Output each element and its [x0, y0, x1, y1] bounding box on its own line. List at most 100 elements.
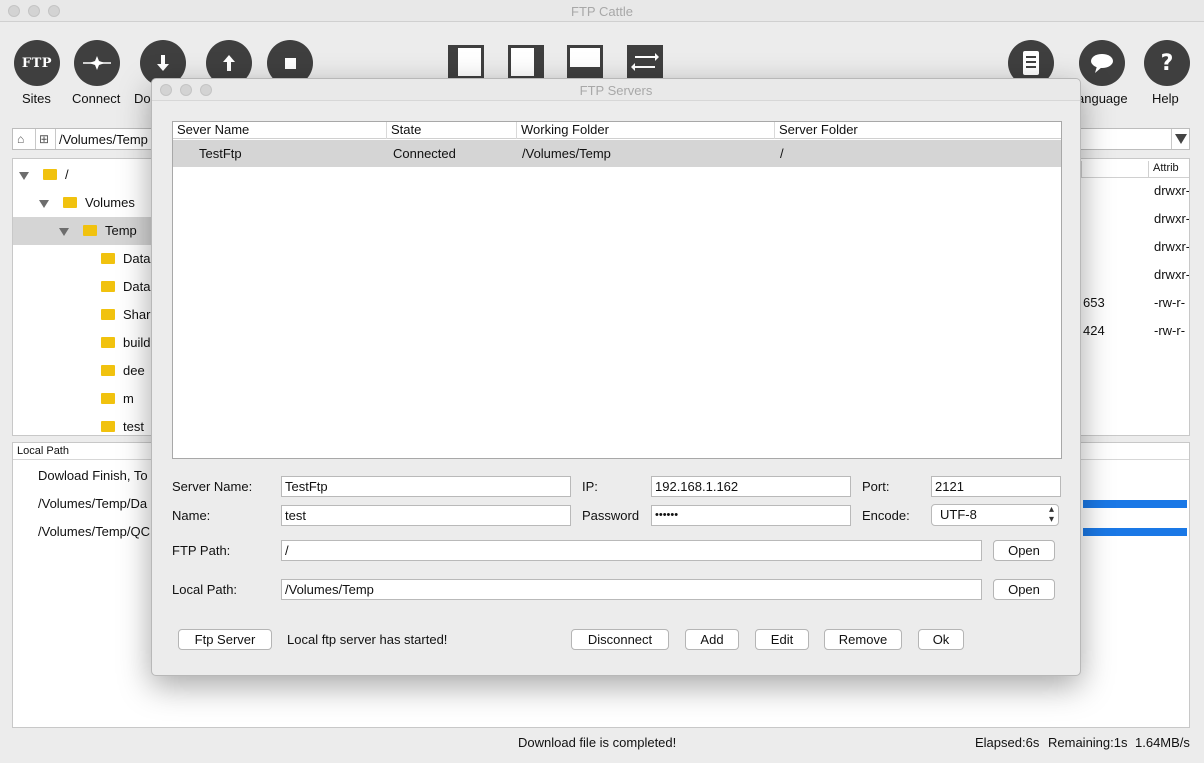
language-button[interactable]	[1079, 40, 1125, 86]
layout-bottom-panel-icon[interactable]	[567, 45, 603, 79]
download-label: Do	[134, 91, 151, 106]
status-message: Download file is completed!	[518, 735, 677, 750]
layout-right-panel-icon[interactable]	[508, 45, 544, 79]
chevron-down-icon	[1174, 134, 1187, 144]
ip-input[interactable]: 192.168.1.162	[651, 476, 851, 497]
status-bar: Download file is completed! Elapsed:6s R…	[0, 735, 1204, 753]
ftp-servers-dialog: FTP Servers Sever Name State Working Fol…	[151, 78, 1081, 676]
transfer-speed: 1.64MB/s	[1135, 735, 1190, 750]
table-header: Sever Name State Working Folder Server F…	[173, 122, 1061, 139]
transfer-progress-bar	[1083, 500, 1187, 508]
language-label: anguage	[1077, 91, 1128, 106]
remote-attrib-cell: -rw-r-	[1154, 323, 1186, 338]
ftp-server-button[interactable]: Ftp Server	[178, 629, 272, 650]
home-icon[interactable]: ⌂	[17, 132, 24, 146]
local-path-input[interactable]: /Volumes/Temp	[281, 579, 982, 600]
log-row[interactable]: /Volumes/Temp/Da	[38, 496, 147, 511]
sites-button[interactable]: FTP	[14, 40, 60, 86]
disclosure-triangle-icon[interactable]	[39, 199, 49, 208]
local-path-label: Local Path:	[172, 582, 238, 597]
help-button[interactable]: ?	[1144, 40, 1190, 86]
window-title: FTP Cattle	[571, 4, 633, 19]
layout-left-panel-icon[interactable]	[448, 45, 484, 79]
tree-item[interactable]: /	[19, 161, 69, 189]
servers-table: Sever Name State Working Folder Server F…	[172, 121, 1062, 459]
tree-view-icon[interactable]: ⊞	[39, 132, 49, 146]
folder-icon	[101, 365, 115, 377]
local-path-value[interactable]: /Volumes/Temp	[59, 132, 148, 147]
folder-icon	[101, 281, 115, 293]
tree-item[interactable]: test	[101, 413, 144, 435]
remote-attrib-cell: drwxr-	[1154, 267, 1190, 282]
swap-panels-icon[interactable]	[627, 45, 663, 79]
folder-icon	[101, 337, 115, 349]
disconnect-button[interactable]: Disconnect	[571, 629, 669, 650]
log-row[interactable]: Dowload Finish, To	[38, 468, 148, 483]
add-button[interactable]: Add	[685, 629, 739, 650]
name-input[interactable]: test	[281, 505, 571, 526]
tree-item[interactable]: Share	[101, 301, 158, 329]
help-label: Help	[1152, 91, 1179, 106]
folder-icon	[101, 421, 115, 433]
column-header-server-name[interactable]: Sever Name	[173, 122, 387, 139]
disclosure-triangle-icon[interactable]	[59, 227, 69, 236]
attrib-column-header[interactable]: Attrib	[1153, 162, 1179, 174]
server-status-text: Local ftp server has started!	[287, 632, 448, 647]
remote-size-cell: 653	[1083, 295, 1105, 310]
port-input[interactable]: 2121	[931, 476, 1061, 497]
tree-item[interactable]: m	[101, 385, 134, 413]
folder-icon	[101, 393, 115, 405]
main-titlebar: FTP Cattle	[0, 0, 1204, 22]
tree-item[interactable]: build	[101, 329, 150, 357]
folder-icon	[101, 309, 115, 321]
connect-spark-icon	[74, 40, 120, 86]
tree-item-selected[interactable]: Temp	[13, 217, 153, 245]
speech-bubble-icon	[1079, 40, 1125, 86]
tree-item[interactable]: DataI	[101, 245, 154, 273]
tree-item[interactable]: DataI	[101, 273, 154, 301]
sites-label: Sites	[22, 91, 51, 106]
cell-server-folder: /	[780, 146, 784, 161]
table-row[interactable]: TestFtp Connected /Volumes/Temp /	[173, 140, 1061, 167]
cell-state: Connected	[393, 146, 456, 161]
transfer-progress-bar	[1083, 528, 1187, 536]
remote-attrib-cell: drwxr-	[1154, 183, 1190, 198]
column-header-server-folder[interactable]: Server Folder	[775, 122, 1062, 139]
encode-label: Encode:	[862, 508, 910, 523]
edit-button[interactable]: Edit	[755, 629, 809, 650]
open-local-path-button[interactable]: Open	[993, 579, 1055, 600]
connect-button[interactable]	[74, 40, 120, 86]
log-row[interactable]: /Volumes/Temp/QC	[38, 524, 150, 539]
server-name-label: Server Name:	[172, 479, 253, 494]
remote-size-cell: 424	[1083, 323, 1105, 338]
folder-icon	[63, 197, 77, 209]
elapsed-time: Elapsed:6s	[975, 735, 1040, 750]
ok-button[interactable]: Ok	[918, 629, 964, 650]
folder-icon	[83, 225, 97, 237]
folder-icon	[101, 253, 115, 265]
encode-select[interactable]: UTF-8 ▴ ▾	[931, 504, 1059, 526]
encode-selected-value: UTF-8	[940, 507, 977, 522]
open-ftp-path-button[interactable]: Open	[993, 540, 1055, 561]
remaining-time: Remaining:1s	[1048, 735, 1128, 750]
ftp-path-input[interactable]: /	[281, 540, 982, 561]
server-name-input[interactable]: TestFtp	[281, 476, 571, 497]
disclosure-triangle-icon[interactable]	[19, 171, 29, 180]
password-input[interactable]: ••••••	[651, 505, 851, 526]
column-header-state[interactable]: State	[387, 122, 517, 139]
column-header-working-folder[interactable]: Working Folder	[517, 122, 775, 139]
remote-attrib-cell: drwxr-	[1154, 211, 1190, 226]
cell-server-name: TestFtp	[199, 146, 242, 161]
connect-label: Connect	[72, 91, 121, 106]
remote-attrib-cell: -rw-r-	[1154, 295, 1186, 310]
tree-item[interactable]: Volumes	[39, 189, 135, 217]
folder-icon	[43, 169, 57, 181]
remote-attrib-cell: drwxr-	[1154, 239, 1190, 254]
tree-item[interactable]: dee	[101, 357, 145, 385]
path-dropdown-button[interactable]	[1171, 129, 1189, 149]
ftp-path-label: FTP Path:	[172, 543, 231, 558]
password-label: Password	[582, 508, 640, 523]
stepper-arrows-icon: ▴ ▾	[1048, 504, 1054, 525]
port-label: Port:	[862, 479, 890, 494]
remove-button[interactable]: Remove	[824, 629, 902, 650]
